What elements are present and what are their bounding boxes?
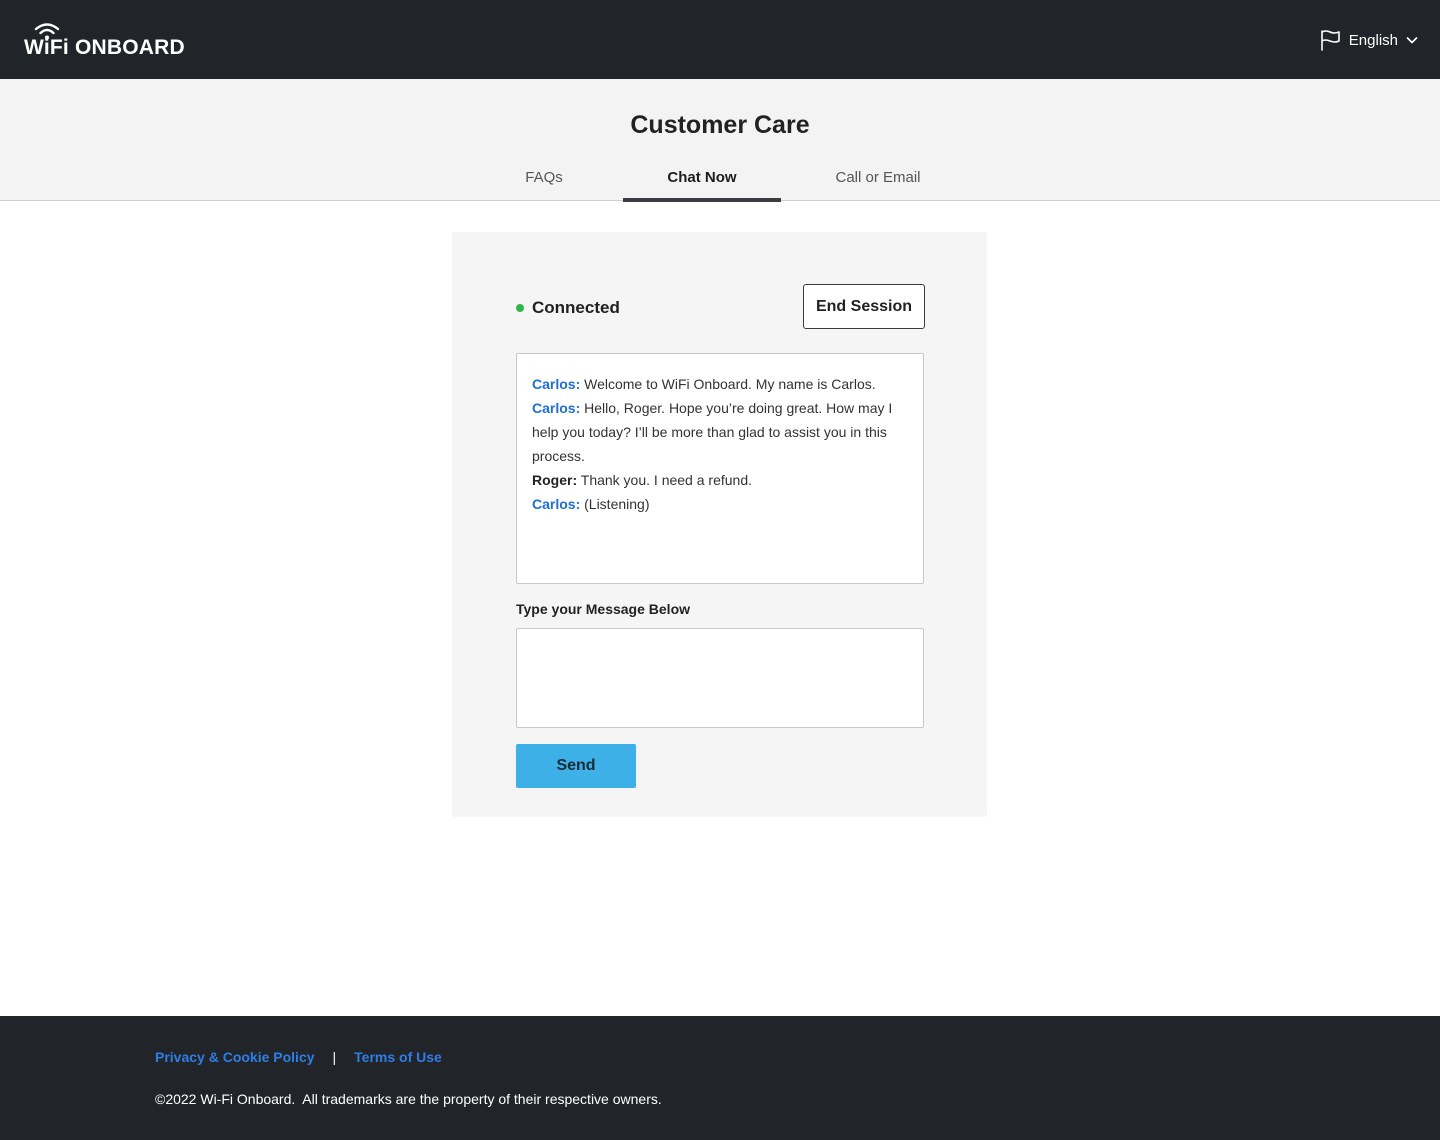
message-speaker: Carlos: [532, 496, 581, 512]
footer-links: Privacy & Cookie Policy | Terms of Use [155, 1049, 442, 1065]
chat-transcript[interactable]: Carlos: Welcome to WiFi Onboard. My name… [516, 353, 924, 584]
flag-icon [1319, 29, 1341, 51]
copyright-text: ©2022 Wi-Fi Onboard. All trademarks are … [155, 1091, 662, 1107]
end-session-button[interactable]: End Session [803, 284, 925, 329]
tab-call-or-email[interactable]: Call or Email [800, 160, 956, 202]
chat-message: Carlos: Welcome to WiFi Onboard. My name… [532, 372, 908, 396]
chat-panel: Connected End Session Carlos: Welcome to… [452, 232, 987, 817]
chat-message: Carlos: (Listening) [532, 492, 908, 516]
message-text: Thank you. I need a refund. [577, 472, 752, 488]
status-label: Connected [532, 298, 620, 317]
message-text: Welcome to WiFi Onboard. My name is Carl… [580, 376, 876, 392]
chat-message: Roger: Thank you. I need a refund. [532, 468, 908, 492]
terms-of-use-link[interactable]: Terms of Use [354, 1049, 442, 1065]
message-speaker: Carlos: [532, 400, 581, 416]
message-text: Hello, Roger. Hope you’re doing great. H… [532, 400, 893, 464]
status-dot [516, 304, 524, 312]
chevron-down-icon [1406, 34, 1418, 46]
privacy-policy-link[interactable]: Privacy & Cookie Policy [155, 1049, 315, 1065]
send-button[interactable]: Send [516, 744, 636, 788]
connection-status: Connected [516, 298, 620, 318]
message-text: (Listening) [580, 496, 650, 512]
top-bar: WiFi ONBOARD English [0, 0, 1440, 79]
tab-chat-now[interactable]: Chat Now [623, 160, 781, 202]
chat-message: Carlos: Hello, Roger. Hope you’re doing … [532, 396, 908, 468]
footer-separator: | [332, 1049, 337, 1065]
message-speaker: Roger: [532, 472, 578, 488]
message-speaker: Carlos: [532, 376, 581, 392]
message-input-label: Type your Message Below [516, 601, 691, 617]
language-label: English [1348, 31, 1398, 49]
tab-faqs[interactable]: FAQs [486, 160, 602, 202]
message-input[interactable] [516, 628, 924, 728]
page-title: Customer Care [630, 111, 810, 139]
wifi-onboard-logo[interactable]: WiFi ONBOARD [24, 22, 185, 62]
tab-bar: FAQs Chat Now Call or Email [0, 160, 1440, 202]
language-selector[interactable]: English [1319, 28, 1418, 52]
logo-text: WiFi ONBOARD [24, 36, 185, 59]
footer: Privacy & Cookie Policy | Terms of Use ©… [0, 1016, 1440, 1140]
